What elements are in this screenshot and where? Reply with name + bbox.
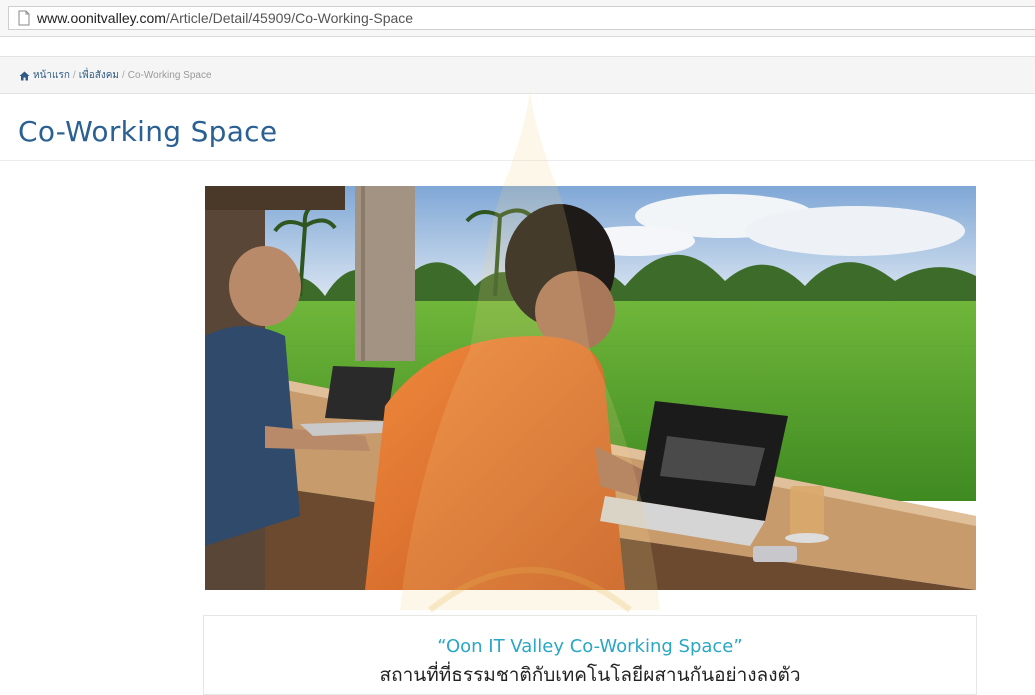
- page-icon: [18, 10, 30, 26]
- url-domain: www.oonitvalley.com: [37, 10, 166, 26]
- url-path: /Article/Detail/45909/Co-Working-Space: [165, 10, 414, 26]
- breadcrumb-separator: /: [72, 70, 76, 81]
- breadcrumb-separator: /: [122, 70, 125, 81]
- url-text: www.oonitvalley.com/Article/Detail/45909…: [37, 10, 413, 26]
- page-title: Co-Working Space: [18, 115, 278, 148]
- breadcrumb-current: Co-Working Space: [127, 70, 212, 81]
- breadcrumb-bar: หน้าแรก / เพื่อสังคม / Co-Working Space: [0, 56, 1035, 94]
- home-icon[interactable]: [19, 71, 30, 81]
- breadcrumb-category-link[interactable]: เพื่อสังคม: [79, 68, 119, 83]
- address-bar[interactable]: www.oonitvalley.com/Article/Detail/45909…: [8, 6, 1035, 30]
- breadcrumb-home-link[interactable]: หน้าแรก: [33, 68, 70, 83]
- hero-image: [205, 186, 976, 590]
- breadcrumb: หน้าแรก / เพื่อสังคม / Co-Working Space: [19, 68, 212, 83]
- caption-subtitle: สถานที่ที่ธรรมชาติกับเทคโนโลยีผสานกันอย่…: [379, 664, 801, 686]
- title-divider: [0, 160, 1035, 161]
- image-caption-card: “Oon IT Valley Co-Working Space” สถานที่…: [203, 615, 977, 695]
- browser-toolbar: www.oonitvalley.com/Article/Detail/45909…: [0, 0, 1035, 37]
- caption-title: “Oon IT Valley Co-Working Space”: [437, 636, 743, 657]
